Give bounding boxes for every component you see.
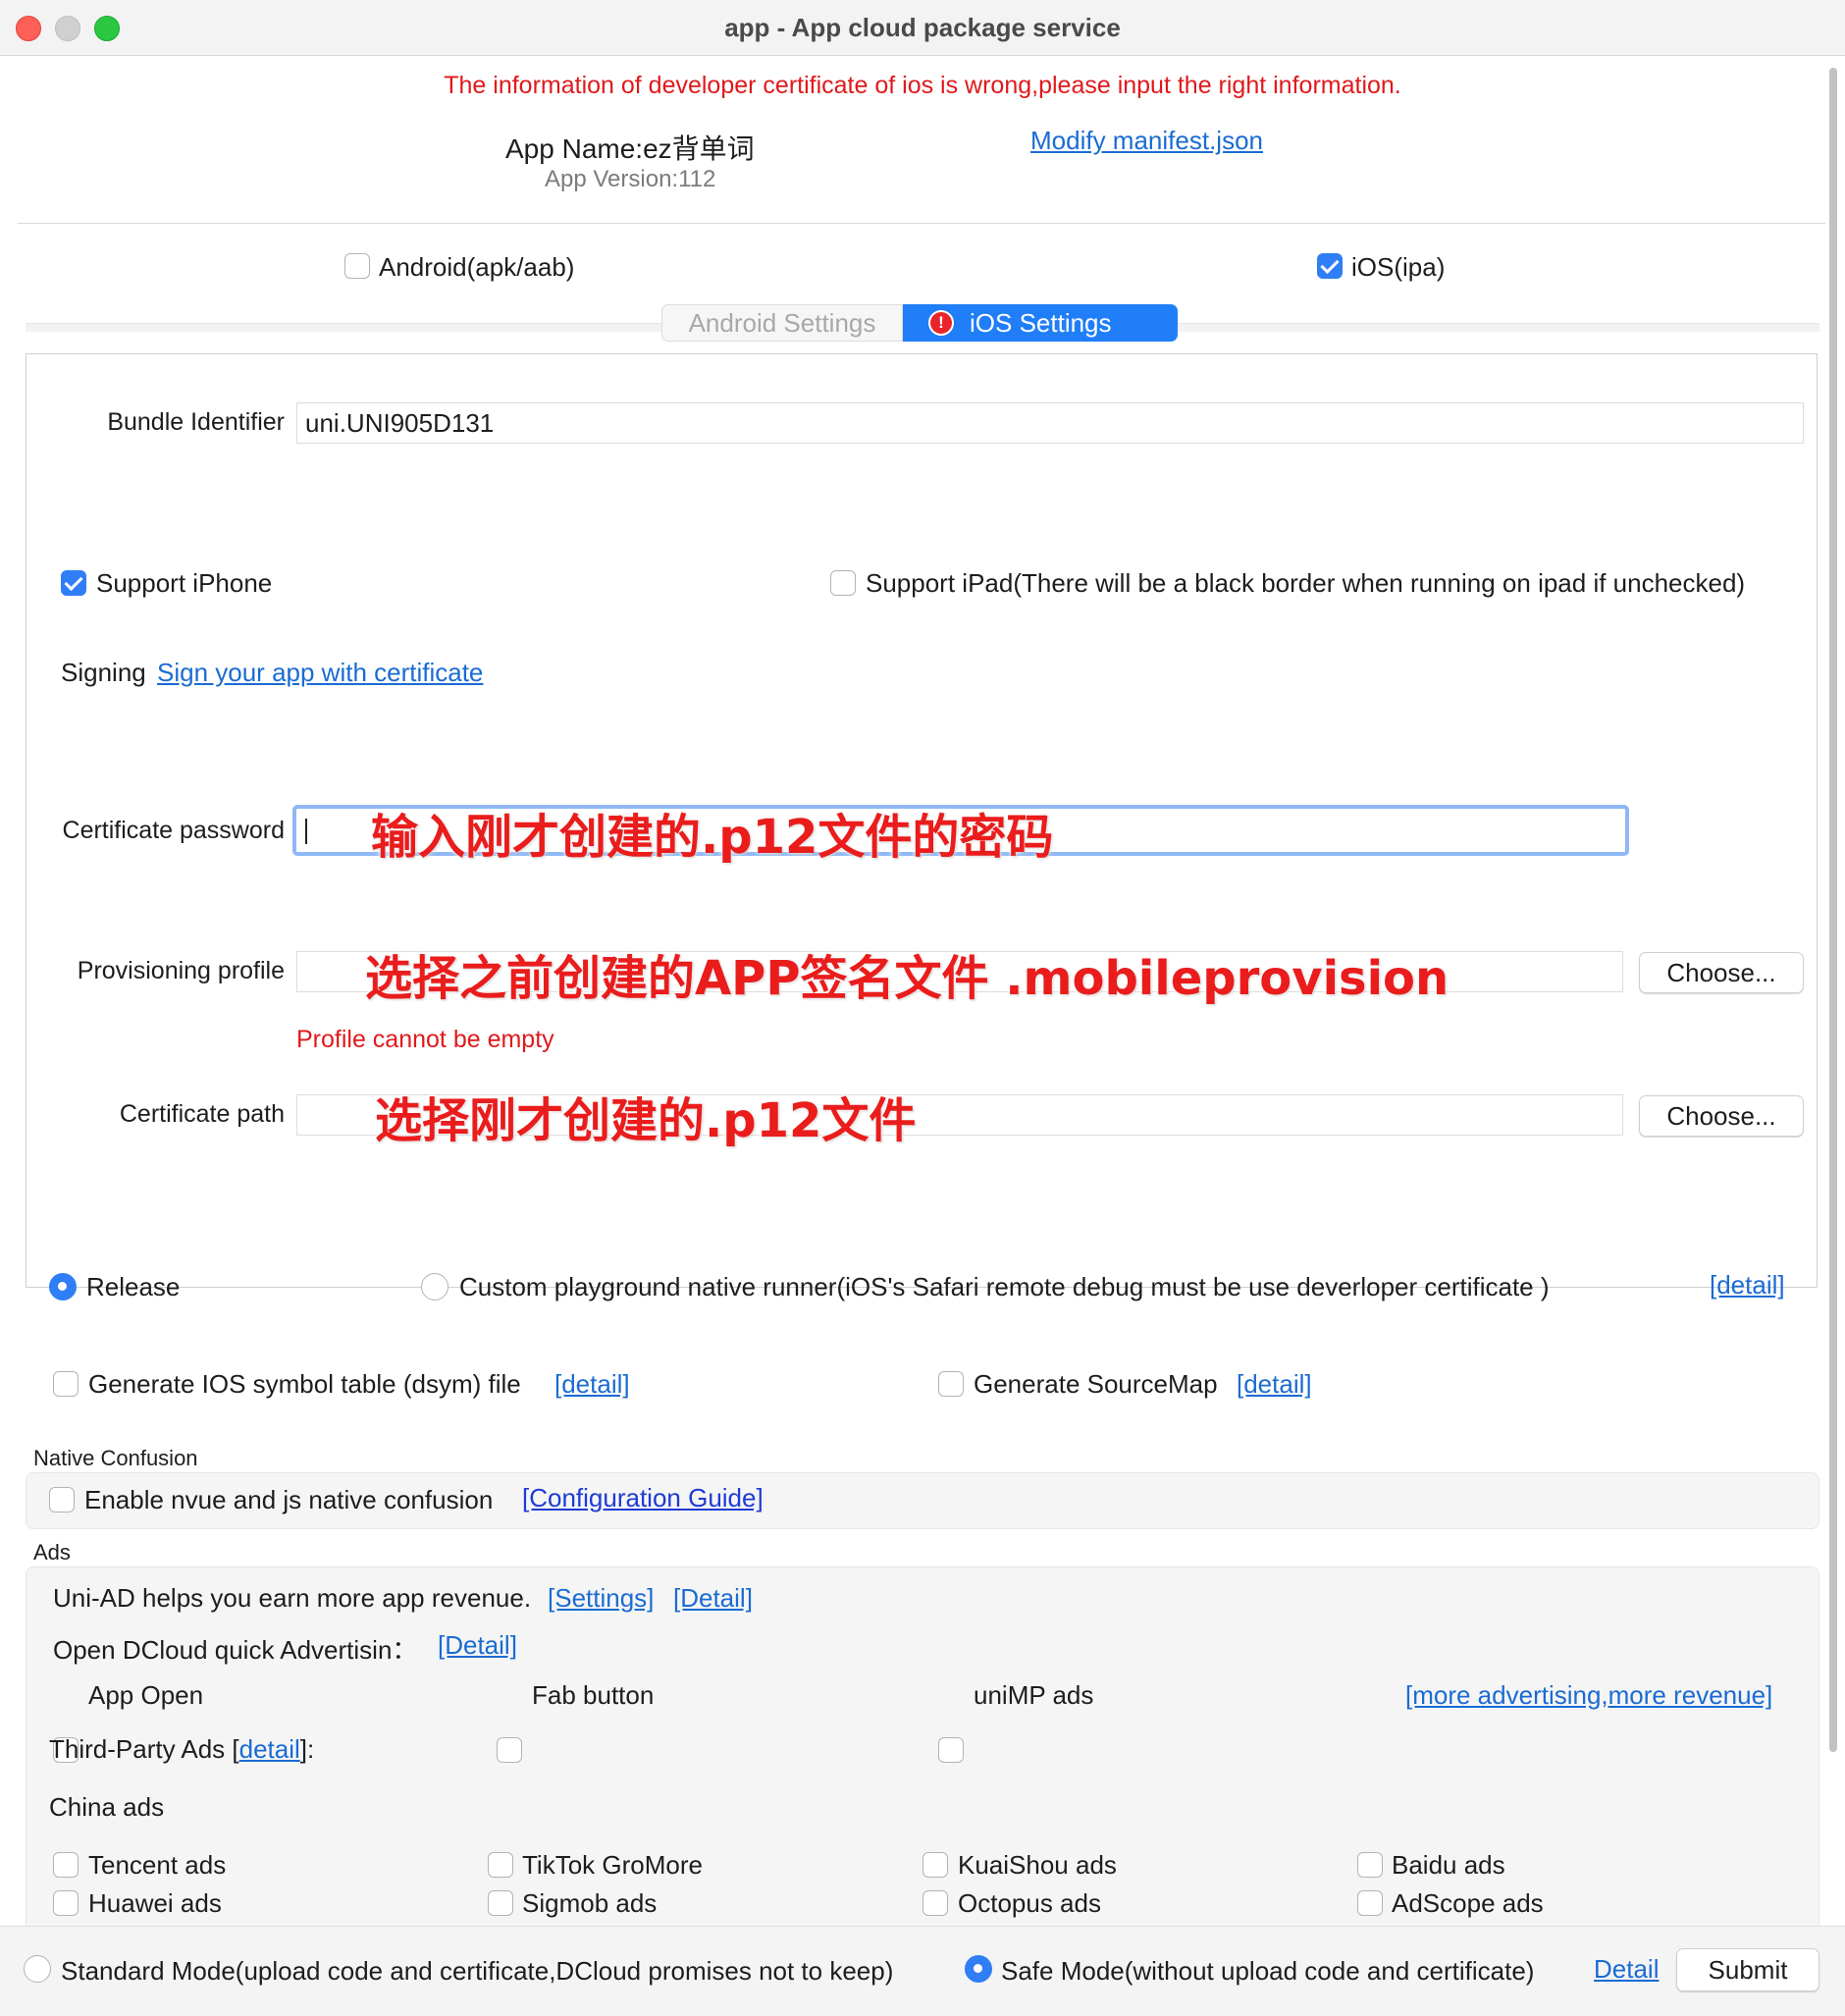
android-platform-checkbox[interactable] — [344, 253, 370, 279]
sourcemap-label: Generate SourceMap — [974, 1369, 1218, 1399]
baidu-ads-label: Baidu ads — [1392, 1850, 1505, 1880]
third-party-suffix: ]: — [299, 1734, 315, 1764]
configuration-guide-link[interactable]: [Configuration Guide] — [522, 1483, 764, 1513]
bundle-identifier-label: Bundle Identifier — [107, 408, 285, 436]
footer-detail-link[interactable]: Detail — [1594, 1954, 1659, 1985]
adscope-ads-label: AdScope ads — [1392, 1888, 1544, 1918]
standard-mode-label: Standard Mode(upload code and certificat… — [61, 1956, 894, 1986]
tiktok-gromore-checkbox[interactable] — [488, 1852, 513, 1878]
error-alert-icon: ! — [928, 310, 954, 336]
choose-profile-button[interactable]: Choose... — [1639, 952, 1804, 993]
tencent-ads-label: Tencent ads — [88, 1850, 227, 1880]
tab-ios-settings-label: iOS Settings — [970, 308, 1112, 338]
ios-platform-checkbox[interactable] — [1317, 253, 1343, 279]
tab-android-settings-label: Android Settings — [688, 308, 876, 338]
third-party-detail-link[interactable]: detail — [239, 1734, 300, 1764]
vertical-scrollbar[interactable] — [1829, 68, 1837, 1752]
profile-error-text: Profile cannot be empty — [296, 1026, 554, 1053]
submit-button[interactable]: Submit — [1676, 1948, 1819, 1991]
app-version: App Version:112 — [545, 166, 716, 192]
fab-button-label: Fab button — [532, 1680, 655, 1710]
custom-runner-label: Custom playground native runner(iOS's Sa… — [459, 1272, 1550, 1301]
choose-certificate-button[interactable]: Choose... — [1639, 1095, 1804, 1137]
support-iphone-label: Support iPhone — [96, 568, 273, 598]
profile-annotation: 选择之前创建的APP签名文件 .mobileprovision — [365, 951, 1450, 1006]
tab-ios-settings[interactable]: ! iOS Settings — [903, 304, 1178, 342]
custom-runner-detail-link[interactable]: [detail] — [1710, 1270, 1785, 1300]
octopus-ads-label: Octopus ads — [958, 1888, 1101, 1918]
support-iphone-checkbox[interactable] — [61, 570, 86, 596]
native-confusion-label: Enable nvue and js native confusion — [84, 1485, 494, 1514]
sigmob-ads-label: Sigmob ads — [522, 1888, 658, 1918]
uniad-detail-link[interactable]: [Detail] — [673, 1583, 753, 1614]
certificate-password-label: Certificate password — [62, 817, 285, 844]
baidu-ads-checkbox[interactable] — [1357, 1852, 1383, 1878]
tiktok-gromore-label: TikTok GroMore — [522, 1850, 703, 1880]
release-radio[interactable] — [49, 1273, 77, 1300]
huawei-ads-checkbox[interactable] — [53, 1890, 79, 1916]
custom-runner-radio[interactable] — [421, 1273, 448, 1300]
certificate-path-label: Certificate path — [119, 1100, 285, 1128]
sourcemap-detail-link[interactable]: [detail] — [1237, 1369, 1312, 1400]
adscope-ads-checkbox[interactable] — [1357, 1890, 1383, 1916]
tab-android-settings[interactable]: Android Settings — [661, 304, 903, 342]
native-confusion-group-label: Native Confusion — [33, 1446, 198, 1470]
third-party-ads-label: Third-Party Ads [detail]: — [49, 1734, 314, 1765]
native-confusion-checkbox[interactable] — [49, 1487, 75, 1512]
sign-app-link[interactable]: Sign your app with certificate — [157, 658, 483, 688]
support-ipad-checkbox[interactable] — [830, 570, 856, 596]
safe-mode-radio[interactable] — [965, 1955, 992, 1983]
dsym-label: Generate IOS symbol table (dsym) file — [88, 1369, 521, 1399]
unimp-ads-checkbox[interactable] — [938, 1737, 964, 1763]
header-divider — [18, 223, 1825, 224]
dsym-detail-link[interactable]: [detail] — [554, 1369, 630, 1400]
password-annotation: 输入刚才创建的.p12文件的密码 — [371, 810, 1054, 865]
ads-group-label: Ads — [33, 1540, 71, 1565]
footer-bar: Standard Mode(upload code and certificat… — [0, 1926, 1845, 2016]
tencent-ads-checkbox[interactable] — [53, 1852, 79, 1878]
kuaishou-ads-checkbox[interactable] — [922, 1852, 948, 1878]
octopus-ads-checkbox[interactable] — [922, 1890, 948, 1916]
certificate-annotation: 选择刚才创建的.p12文件 — [375, 1093, 917, 1148]
bundle-identifier-input[interactable]: uni.UNI905D131 — [296, 402, 1804, 444]
app-open-label: App Open — [88, 1680, 204, 1710]
huawei-ads-label: Huawei ads — [88, 1888, 222, 1918]
main-content: The information of developer certificate… — [0, 56, 1845, 1926]
quick-adv-detail-link[interactable]: [Detail] — [438, 1630, 517, 1661]
china-ads-label: China ads — [49, 1792, 165, 1822]
android-platform-label: Android(apk/aab) — [379, 252, 575, 282]
unimp-ads-label: uniMP ads — [974, 1680, 1094, 1710]
certificate-error-message: The information of developer certificate… — [444, 72, 1401, 99]
modify-manifest-link[interactable]: Modify manifest.json — [1030, 126, 1263, 156]
safe-mode-label: Safe Mode(without upload code and certif… — [1001, 1956, 1535, 1986]
dsym-checkbox[interactable] — [53, 1371, 79, 1397]
more-advertising-link[interactable]: [more advertising,more revenue] — [1405, 1680, 1772, 1711]
quick-adv-text: Open DCloud quick Advertisin： — [53, 1635, 418, 1665]
fab-button-checkbox[interactable] — [497, 1737, 522, 1763]
window-title: app - App cloud package service — [724, 13, 1121, 42]
release-label: Release — [86, 1272, 181, 1301]
provisioning-profile-label: Provisioning profile — [77, 957, 285, 984]
sourcemap-checkbox[interactable] — [938, 1371, 964, 1397]
ios-platform-label: iOS(ipa) — [1351, 252, 1446, 282]
third-party-prefix: Third-Party Ads [ — [49, 1734, 239, 1764]
app-name: App Name:ez背单词 — [505, 133, 755, 164]
support-ipad-label: Support iPad(There will be a black borde… — [866, 568, 1746, 598]
signing-label: Signing — [61, 658, 146, 687]
uniad-settings-link[interactable]: [Settings] — [548, 1583, 654, 1614]
text-cursor — [305, 819, 307, 844]
title-bar: app - App cloud package service — [0, 0, 1845, 56]
sigmob-ads-checkbox[interactable] — [488, 1890, 513, 1916]
app-window: app - App cloud package service The info… — [0, 0, 1845, 2016]
standard-mode-radio[interactable] — [24, 1955, 51, 1983]
uniad-text: Uni-AD helps you earn more app revenue. — [53, 1583, 532, 1613]
kuaishou-ads-label: KuaiShou ads — [958, 1850, 1117, 1880]
